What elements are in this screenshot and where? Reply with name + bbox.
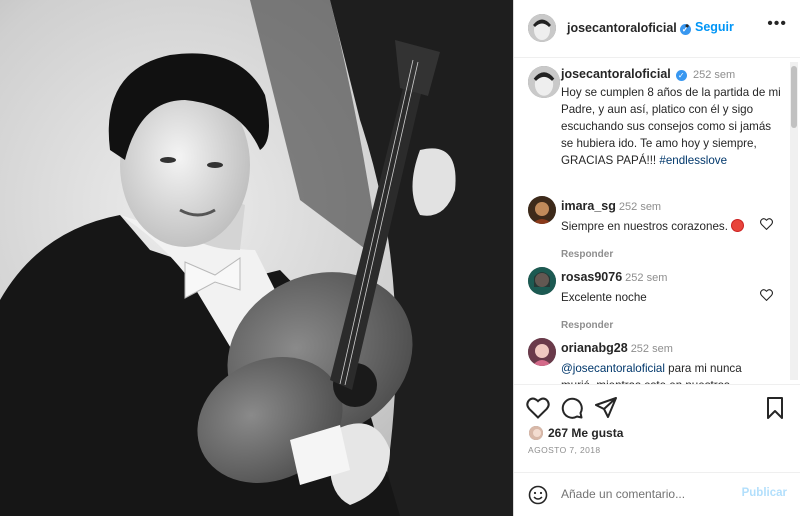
post-caption: josecantoraloficial ✓ 252 sem Hoy se cump… xyxy=(561,66,783,169)
post-date[interactable]: AGOSTO 7, 2018 xyxy=(528,445,601,455)
caption-hashtag[interactable]: #endlesslove xyxy=(659,154,727,167)
publish-button[interactable]: Publicar xyxy=(742,487,787,499)
comment-icon[interactable] xyxy=(561,397,583,419)
comment-body: Excelente noche xyxy=(561,289,761,306)
comment-header: imara_sg 252 sem xyxy=(561,199,661,213)
comment-body: Siempre en nuestros corazones. xyxy=(561,218,761,235)
comment-input[interactable] xyxy=(561,483,741,505)
comment-time[interactable]: 252 sem xyxy=(625,272,667,284)
author-username-text: josecantoraloficial xyxy=(567,21,677,35)
author-avatar[interactable] xyxy=(528,14,556,42)
heart-icon[interactable] xyxy=(526,397,550,419)
comment-avatar[interactable] xyxy=(528,338,556,366)
post-photo-image xyxy=(0,0,513,516)
comment-like-heart-icon[interactable] xyxy=(760,218,773,230)
liker-avatar xyxy=(528,425,544,441)
comment-time[interactable]: 252 sem xyxy=(619,201,661,213)
comment-like-heart-icon[interactable] xyxy=(760,289,773,301)
verified-badge-icon: ✓ xyxy=(675,70,687,81)
comment-username[interactable]: orianabg28 xyxy=(561,341,628,355)
comment-avatar[interactable] xyxy=(528,196,556,224)
comment-username[interactable]: imara_sg xyxy=(561,199,616,213)
post-header: josecantoraloficial ✓ • Seguir ••• xyxy=(514,0,800,58)
comment-header: rosas9076 252 sem xyxy=(561,270,667,284)
comment-body: @josecantoraloficial para mi nunca murió… xyxy=(561,360,771,384)
more-options-icon[interactable]: ••• xyxy=(767,15,787,33)
comments-scroll-area[interactable]: josecantoraloficial ✓ 252 sem Hoy se cump… xyxy=(514,58,800,384)
scrollbar-thumb[interactable] xyxy=(791,66,797,128)
comment-avatar[interactable] xyxy=(528,267,556,295)
author-username[interactable]: josecantoraloficial ✓ xyxy=(567,21,691,35)
comment-time[interactable]: 252 sem xyxy=(631,343,673,355)
likes-count[interactable]: 267 Me gusta xyxy=(548,426,623,440)
comment-username[interactable]: rosas9076 xyxy=(561,270,622,284)
post-details-panel: josecantoraloficial ✓ • Seguir ••• joseca… xyxy=(513,0,800,516)
post-actions: 267 Me gusta AGOSTO 7, 2018 xyxy=(514,384,800,472)
reply-button[interactable]: Responder xyxy=(561,249,613,260)
caption-time[interactable]: 252 sem xyxy=(693,69,735,81)
post-photo[interactable] xyxy=(0,0,513,516)
comments-scrollbar[interactable] xyxy=(790,62,798,380)
comment-mention[interactable]: @josecantoraloficial xyxy=(561,362,665,375)
separator-dot: • xyxy=(685,19,690,33)
caption-author-avatar[interactable] xyxy=(528,66,560,98)
comment-text: Siempre en nuestros corazones. xyxy=(561,220,728,233)
emoji-icon[interactable] xyxy=(528,485,548,505)
bookmark-icon[interactable] xyxy=(766,397,784,419)
reply-button[interactable]: Responder xyxy=(561,320,613,331)
share-icon[interactable] xyxy=(595,397,617,419)
comment-text: Excelente noche xyxy=(561,291,647,304)
caption-username[interactable]: josecantoraloficial xyxy=(561,67,671,81)
comment-composer: Publicar xyxy=(514,472,800,516)
heart-eyes-emoji-icon xyxy=(730,219,744,232)
comment-header: orianabg28 252 sem xyxy=(561,341,673,355)
follow-button[interactable]: Seguir xyxy=(695,20,734,34)
likes-summary[interactable]: 267 Me gusta xyxy=(528,425,623,441)
